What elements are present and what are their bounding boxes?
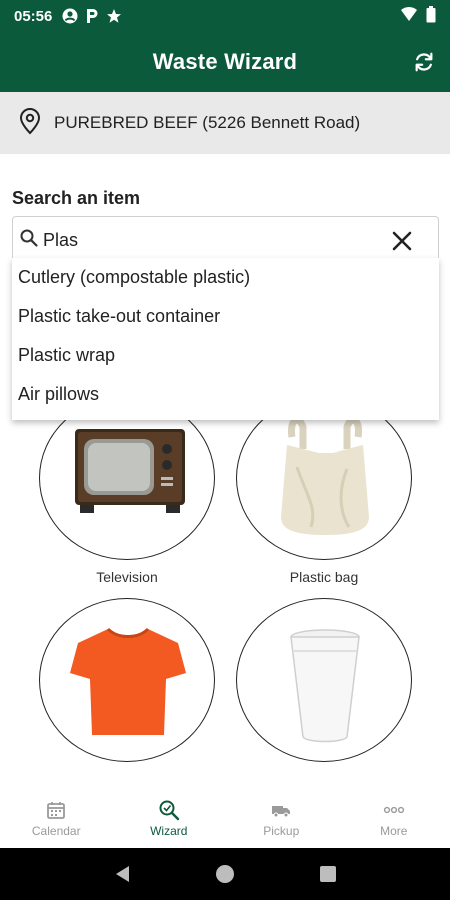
nav-label: Calendar — [31, 824, 81, 838]
nav-wizard[interactable]: Wizard — [113, 790, 226, 848]
nav-label: More — [380, 824, 408, 838]
item-label: Plastic bag — [289, 569, 359, 585]
suggestion-option[interactable]: Plastic take-out container — [12, 297, 439, 336]
nav-more[interactable]: More — [338, 790, 450, 848]
t-shirt-image — [70, 627, 186, 735]
suggestion-option[interactable]: Cutlery (compostable plastic) — [12, 258, 439, 297]
back-button[interactable] — [110, 862, 134, 886]
item-foam-cup[interactable] — [236, 598, 412, 762]
recents-square-icon — [320, 866, 337, 882]
plastic-bag-image — [281, 416, 369, 535]
foam-cup-image — [290, 629, 360, 743]
nav-label: Pickup — [263, 824, 300, 838]
item-label: Television — [96, 569, 158, 585]
wizard-search-icon — [158, 800, 180, 821]
truck-icon — [270, 800, 292, 820]
suggestions-dropdown: Cutlery (compostable plastic) Plastic ta… — [12, 258, 439, 420]
suggestion-option[interactable]: Plastic wrap — [12, 336, 439, 375]
bottom-nav: Calendar Wizard Pickup More — [0, 790, 450, 848]
suggestion-option[interactable]: Air pillows — [12, 375, 439, 414]
home-button[interactable] — [213, 862, 237, 886]
back-triangle-icon — [115, 866, 129, 882]
home-circle-icon — [215, 865, 234, 883]
more-dots-icon — [383, 800, 405, 820]
system-nav-bar — [0, 848, 450, 900]
item-television[interactable] — [39, 396, 215, 560]
calendar-icon — [45, 800, 67, 820]
item-plastic-bag[interactable] — [236, 396, 412, 560]
nav-label: Wizard — [150, 824, 188, 838]
nav-pickup[interactable]: Pickup — [225, 790, 338, 848]
item-t-shirt[interactable] — [39, 598, 215, 762]
recents-button[interactable] — [316, 862, 340, 886]
television-image — [75, 429, 185, 513]
nav-calendar[interactable]: Calendar — [0, 790, 113, 848]
